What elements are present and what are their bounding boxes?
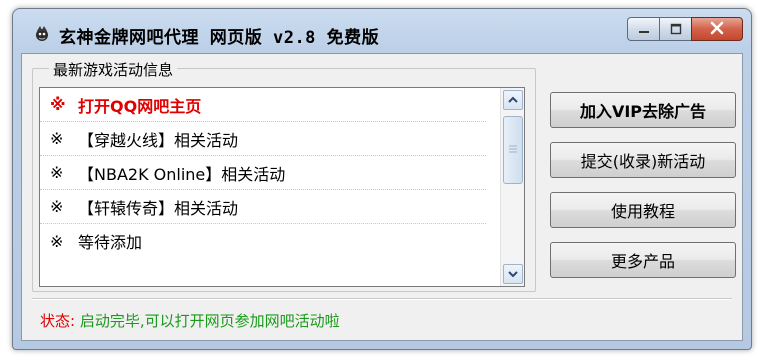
- groupbox-label: 最新游戏活动信息: [49, 59, 178, 80]
- list-item-label: 【穿越火线】相关活动: [78, 130, 239, 150]
- list-item-label: 等待添加: [78, 233, 143, 252]
- list-item-marker: ※: [50, 197, 64, 216]
- list-item[interactable]: ※ 等待添加: [40, 224, 486, 258]
- caption-buttons: [627, 17, 743, 41]
- list-item-label: 【轩辕传奇】相关活动: [78, 198, 239, 218]
- submit-activity-button[interactable]: 提交(收录)新活动: [550, 142, 736, 178]
- list-item[interactable]: ※ 打开QQ网吧主页: [40, 88, 486, 122]
- maximize-button[interactable]: [659, 17, 691, 41]
- scroll-down-button[interactable]: [503, 264, 523, 284]
- list-item-label: 打开QQ网吧主页: [78, 96, 202, 116]
- scroll-thumb[interactable]: [503, 116, 523, 184]
- scroll-up-button[interactable]: [503, 90, 523, 110]
- status-label: 状态:: [40, 312, 76, 330]
- client-area: 最新游戏活动信息 ※ 打开QQ网吧主页 ※ 【穿越火线】相关活动 ※ 【NBA2…: [21, 53, 743, 341]
- minimize-icon: [637, 20, 651, 39]
- status-divider: [32, 298, 732, 300]
- close-icon: [709, 20, 725, 39]
- status-text: 启动完毕,可以打开网页参加网吧活动啦: [79, 312, 340, 330]
- title-bar[interactable]: 玄神金牌网吧代理 网页版 v2.8 免费版: [13, 9, 751, 53]
- status-bar: 状态: 启动完毕,可以打开网页参加网吧活动啦: [40, 310, 340, 331]
- more-products-button[interactable]: 更多产品: [550, 242, 736, 278]
- vertical-scrollbar[interactable]: [500, 88, 524, 286]
- list-item[interactable]: ※ 【轩辕传奇】相关活动: [40, 190, 486, 224]
- close-button[interactable]: [691, 17, 743, 41]
- vip-remove-ads-button[interactable]: 加入VIP去除广告: [550, 92, 736, 128]
- list-item[interactable]: ※ 【穿越火线】相关活动: [40, 122, 486, 156]
- chevron-up-icon: [504, 94, 522, 113]
- activity-list[interactable]: ※ 打开QQ网吧主页 ※ 【穿越火线】相关活动 ※ 【NBA2K Online】…: [39, 87, 525, 287]
- list-item-marker: ※: [50, 231, 64, 251]
- app-logo-icon[interactable]: [33, 25, 51, 43]
- window-title: 玄神金牌网吧代理 网页版 v2.8 免费版: [59, 28, 380, 48]
- list-item-marker: ※: [50, 163, 64, 182]
- list-item[interactable]: ※ 【NBA2K Online】相关活动: [40, 156, 486, 190]
- app-window: 玄神金牌网吧代理 网页版 v2.8 免费版 最新游戏活动信息 ※ 打开QQ网吧主…: [12, 8, 752, 350]
- maximize-icon: [669, 20, 683, 39]
- list-item-marker: ※: [50, 129, 64, 148]
- activity-groupbox: 最新游戏活动信息 ※ 打开QQ网吧主页 ※ 【穿越火线】相关活动 ※ 【NBA2…: [32, 59, 536, 292]
- list-item-label: 【NBA2K Online】相关活动: [78, 164, 286, 184]
- activity-list-items: ※ 打开QQ网吧主页 ※ 【穿越火线】相关活动 ※ 【NBA2K Online】…: [40, 88, 486, 258]
- list-item-marker: ※: [50, 95, 66, 114]
- minimize-button[interactable]: [627, 17, 659, 41]
- chevron-down-icon: [504, 268, 522, 286]
- tutorial-button[interactable]: 使用教程: [550, 192, 736, 228]
